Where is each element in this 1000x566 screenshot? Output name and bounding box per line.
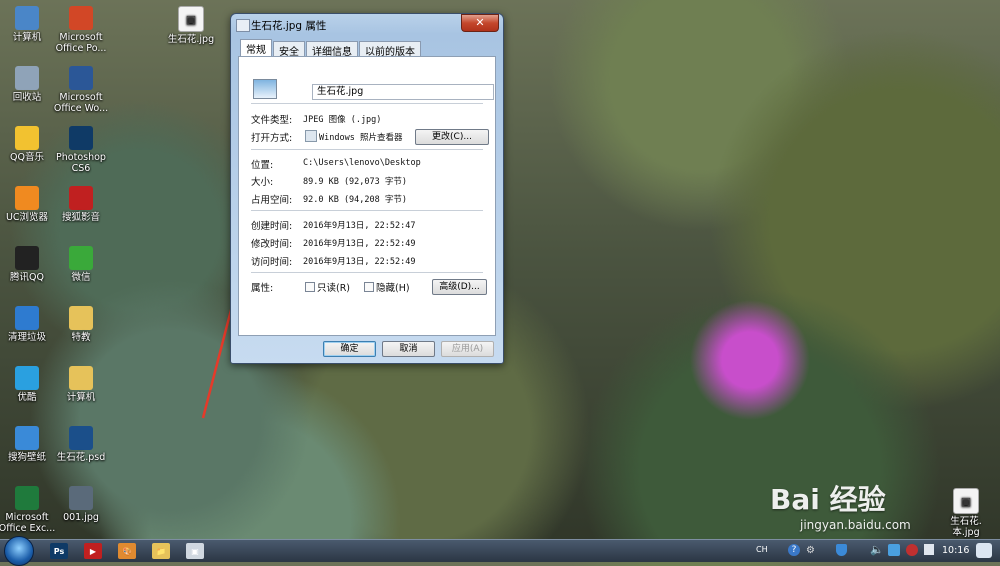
- tab-security[interactable]: 安全: [273, 41, 305, 58]
- paint-icon[interactable]: 🎨: [118, 543, 136, 559]
- image-file-icon: [253, 79, 277, 99]
- tab-bar: 常规 安全 详细信息 以前的版本: [240, 39, 422, 58]
- size-label: 大小:: [251, 177, 274, 188]
- divider: [251, 210, 483, 211]
- image-file-icon: ▣: [953, 488, 979, 514]
- watermark-url: jingyan.baidu.com: [800, 518, 911, 532]
- disk-size-label: 占用空间:: [251, 195, 293, 206]
- divider: [251, 103, 483, 104]
- apply-button[interactable]: 应用(A): [441, 341, 494, 357]
- flag-icon[interactable]: [924, 544, 934, 555]
- photo-viewer-icon[interactable]: ▣: [186, 543, 204, 559]
- location-value: C:\Users\lenovo\Desktop: [303, 158, 421, 168]
- clock[interactable]: 10:16: [942, 545, 969, 556]
- modified-value: 2016年9月13日, 22:52:49: [303, 239, 416, 249]
- volume-icon[interactable]: 🔈: [870, 543, 884, 556]
- dialog-titlebar[interactable]: 生石花.jpg 属性 ✕: [231, 14, 503, 36]
- help-icon[interactable]: ?: [788, 544, 800, 556]
- language-indicator[interactable]: CH: [756, 545, 768, 554]
- size-value: 89.9 KB (92,073 字节): [303, 177, 407, 187]
- power-icon[interactable]: [906, 544, 918, 556]
- open-with-label: 打开方式:: [251, 133, 293, 144]
- modified-label: 修改时间:: [251, 239, 293, 250]
- baidu-watermark: Bai 经验: [770, 478, 886, 518]
- weather-icon[interactable]: [976, 543, 992, 558]
- taskbar: Ps ▶ 🎨 📁 ▣ CH ? ⚙ 🔈 10:16: [0, 536, 1000, 566]
- watermark-brand: Bai 经验: [770, 483, 886, 516]
- disk-size-value: 92.0 KB (94,208 字节): [303, 195, 407, 205]
- shield-icon[interactable]: [836, 544, 847, 556]
- change-button[interactable]: 更改(C)...: [415, 129, 489, 145]
- readonly-label[interactable]: 只读(R): [317, 280, 350, 294]
- attributes-label: 属性:: [251, 283, 274, 294]
- created-value: 2016年9月13日, 22:52:47: [303, 221, 416, 231]
- accessed-value: 2016年9月13日, 22:52:49: [303, 257, 416, 267]
- accessed-label: 访问时间:: [251, 257, 293, 268]
- open-with-value: Windows 照片查看器: [319, 133, 403, 143]
- ok-button[interactable]: 确定: [323, 341, 376, 357]
- location-label: 位置:: [251, 160, 274, 171]
- advanced-button[interactable]: 高级(D)...: [432, 279, 487, 295]
- cancel-button[interactable]: 取消: [382, 341, 435, 357]
- file-icon: [236, 19, 250, 32]
- general-panel: 生石花.jpg 文件类型: JPEG 图像 (.jpg) 打开方式: Windo…: [238, 56, 496, 336]
- hidden-checkbox[interactable]: [364, 282, 374, 292]
- tab-details[interactable]: 详细信息: [306, 41, 358, 58]
- readonly-checkbox[interactable]: [305, 282, 315, 292]
- photo-viewer-icon: [305, 130, 317, 142]
- close-button[interactable]: ✕: [461, 14, 499, 32]
- divider: [251, 272, 483, 273]
- dialog-title: 生石花.jpg 属性: [251, 20, 327, 32]
- desktop-file-jpg-bottom[interactable]: ▣ 生石花. 本.jpg: [936, 488, 996, 538]
- explorer-icon[interactable]: 📁: [152, 543, 170, 559]
- file-type-value: JPEG 图像 (.jpg): [303, 115, 382, 125]
- settings-icon[interactable]: ⚙: [806, 545, 815, 556]
- hidden-label[interactable]: 隐藏(H): [376, 280, 410, 294]
- tab-general[interactable]: 常规: [240, 39, 272, 57]
- created-label: 创建时间:: [251, 221, 293, 232]
- filename-field[interactable]: 生石花.jpg: [312, 84, 494, 100]
- photoshop-icon[interactable]: Ps: [50, 543, 68, 559]
- file-type-label: 文件类型:: [251, 115, 293, 126]
- tab-previous-versions[interactable]: 以前的版本: [359, 41, 421, 58]
- network-icon[interactable]: [888, 544, 900, 556]
- sohu-video-icon[interactable]: ▶: [84, 543, 102, 559]
- properties-dialog: 生石花.jpg 属性 ✕ 常规 安全 详细信息 以前的版本 生石花.jpg 文件…: [230, 13, 504, 364]
- desktop-file-label: 生石花. 本.jpg: [950, 516, 982, 538]
- divider: [251, 149, 483, 150]
